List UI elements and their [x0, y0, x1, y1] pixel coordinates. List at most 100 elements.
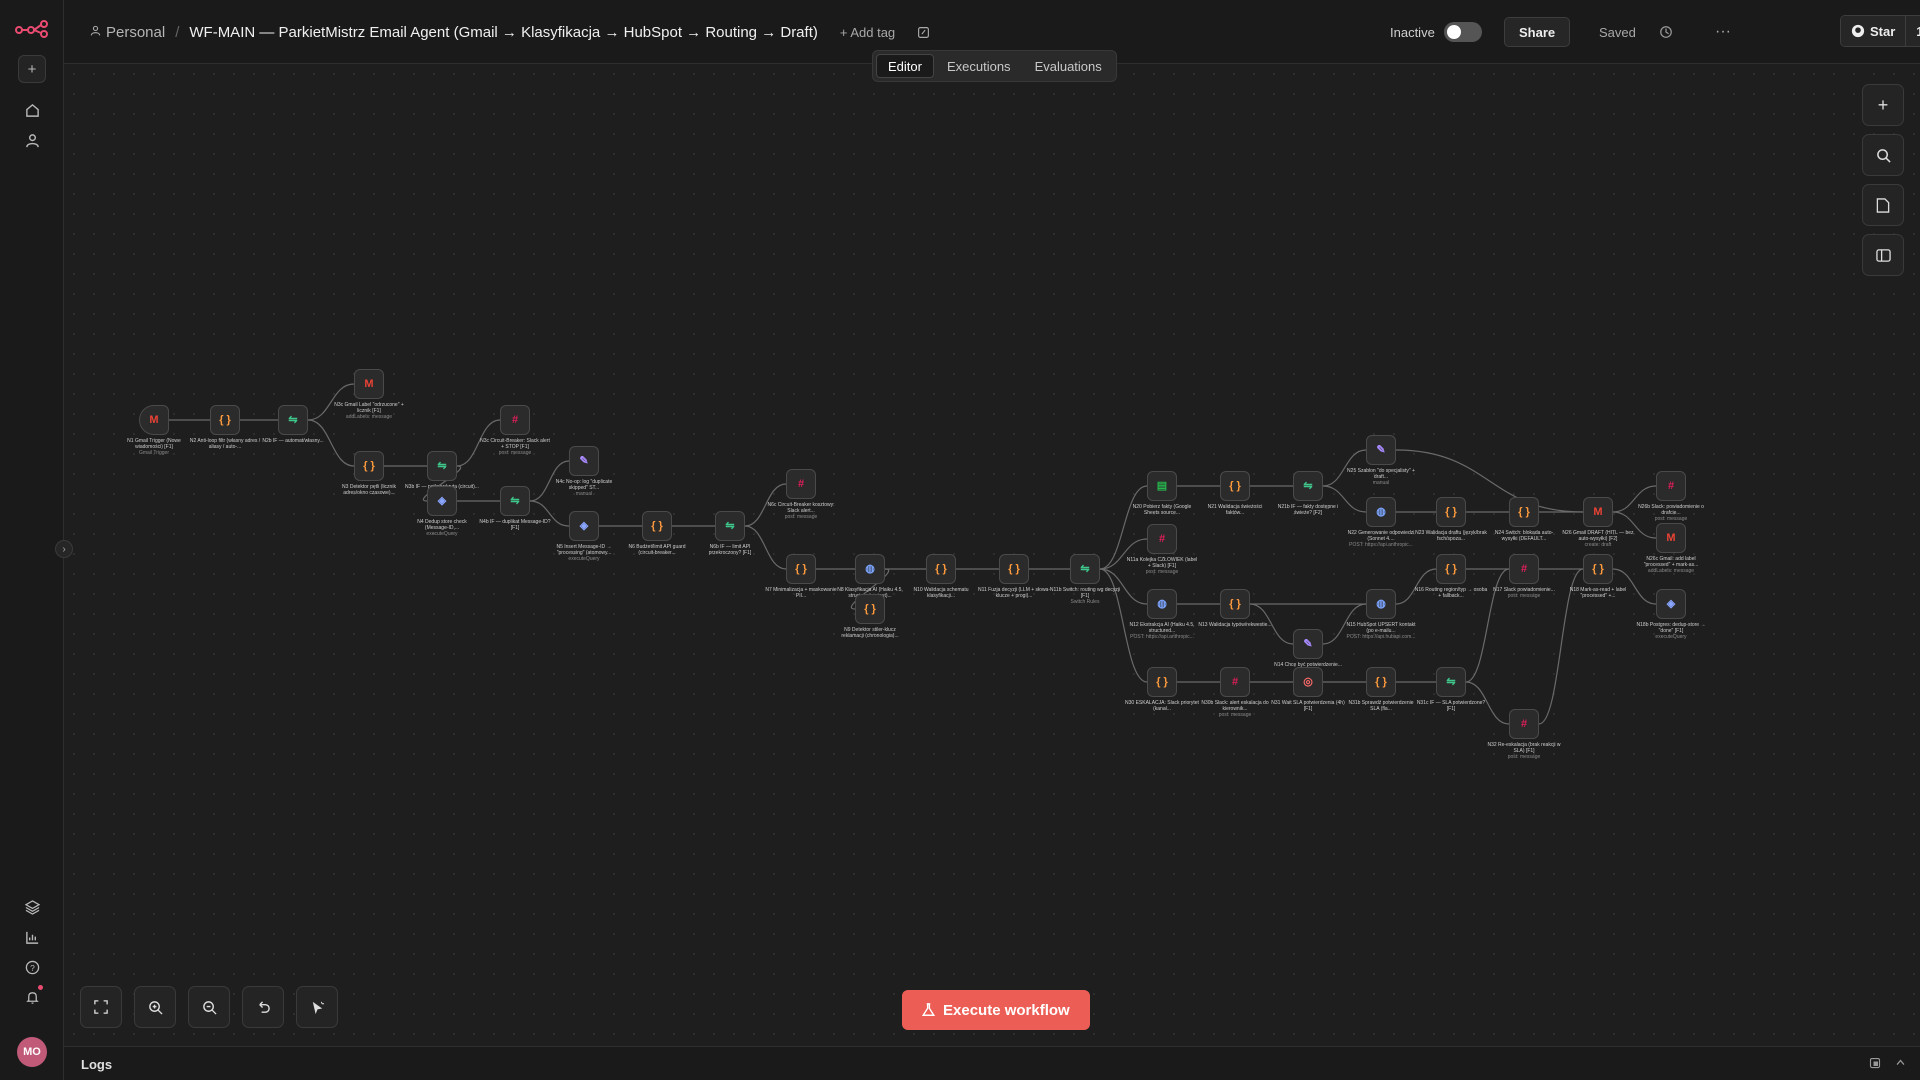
- tab-evaluations[interactable]: Evaluations: [1024, 54, 1113, 78]
- workflow-title[interactable]: WF-MAIN — ParkietMistrz Email Agent (Gma…: [189, 24, 817, 41]
- sidebar-expand-icon[interactable]: ›: [55, 540, 73, 558]
- share-button[interactable]: Share: [1504, 0, 1571, 64]
- workflow-node-n3d[interactable]: #: [500, 405, 530, 435]
- bell-icon[interactable]: [18, 983, 46, 1011]
- code-icon: { }: [1229, 597, 1241, 610]
- breadcrumb-separator: /: [175, 23, 180, 41]
- workflow-node-n1[interactable]: M: [139, 405, 169, 435]
- chevron-up-icon[interactable]: [1895, 1057, 1906, 1071]
- workflow-node-n18b[interactable]: ◈: [1656, 589, 1686, 619]
- workflow-node-n4[interactable]: ◈: [427, 486, 457, 516]
- workflow-node-n6c[interactable]: #: [786, 469, 816, 499]
- workflow-node-n6b[interactable]: ⇋: [715, 511, 745, 541]
- workflow-node-n31b[interactable]: { }: [1366, 667, 1396, 697]
- workflow-node-n22[interactable]: ◍: [1366, 497, 1396, 527]
- workflow-node-n21b[interactable]: ⇋: [1293, 471, 1323, 501]
- workflow-node-n4b[interactable]: ⇋: [500, 486, 530, 516]
- workflow-node-n24[interactable]: { }: [1509, 497, 1539, 527]
- workflow-node-n31c[interactable]: ⇋: [1436, 667, 1466, 697]
- workflow-node-n20[interactable]: ▤: [1147, 471, 1177, 501]
- tab-executions[interactable]: Executions: [936, 54, 1022, 78]
- node-title: N3 Detektor pętli (licznik adres/okno cz…: [342, 484, 396, 496]
- workflow-node-n26[interactable]: M: [1583, 497, 1613, 527]
- tab-editor[interactable]: Editor: [876, 54, 934, 78]
- workflow-node-n30[interactable]: { }: [1147, 667, 1177, 697]
- node-title: N6c Circuit-Breaker kosztowy: Slack aler…: [767, 502, 835, 514]
- workflow-node-n11a[interactable]: #: [1147, 524, 1177, 554]
- workflow-node-n16[interactable]: { }: [1436, 554, 1466, 584]
- home-icon[interactable]: [18, 96, 46, 124]
- workflow-node-n26c[interactable]: M: [1656, 523, 1686, 553]
- github-star-label: Star: [1870, 23, 1896, 39]
- logs-panel[interactable]: Logs: [64, 1046, 1920, 1080]
- workflow-node-n26b[interactable]: #: [1656, 471, 1686, 501]
- http-icon: ◍: [1157, 597, 1167, 610]
- workflow-node-n3[interactable]: { }: [354, 451, 384, 481]
- node-label: N12 Ekstrakcja AI (Haiku 4.5, structured…: [1125, 622, 1199, 640]
- workflow-node-n6[interactable]: { }: [642, 511, 672, 541]
- workflow-node-n32[interactable]: #: [1509, 709, 1539, 739]
- workflow-node-n10[interactable]: { }: [926, 554, 956, 584]
- workflow-node-n12[interactable]: ◍: [1147, 589, 1177, 619]
- share-button-label[interactable]: Share: [1504, 17, 1571, 47]
- workflow-node-n31[interactable]: ◎: [1293, 667, 1323, 697]
- github-star-widget[interactable]: Star 192,199: [1840, 15, 1920, 47]
- workflow-node-n2[interactable]: { }: [210, 405, 240, 435]
- workflow-node-n17[interactable]: #: [1509, 554, 1539, 584]
- connection-n31c-n17[interactable]: [1465, 568, 1510, 683]
- edit-description-icon[interactable]: [917, 26, 930, 39]
- active-toggle[interactable]: [1444, 0, 1482, 64]
- workflow-node-n8[interactable]: ◍: [855, 554, 885, 584]
- notification-dot: [38, 985, 43, 990]
- breadcrumb[interactable]: Personal / WF-MAIN — ParkietMistrz Email…: [90, 0, 930, 64]
- user-icon[interactable]: [18, 126, 46, 154]
- workflow-node-n23[interactable]: { }: [1436, 497, 1466, 527]
- add-icon[interactable]: +: [18, 55, 46, 83]
- workflow-node-n21[interactable]: { }: [1220, 471, 1250, 501]
- templates-icon[interactable]: [18, 893, 46, 921]
- workflow-node-n30b[interactable]: #: [1220, 667, 1250, 697]
- help-icon[interactable]: ?: [18, 953, 46, 981]
- workflow-node-n2b[interactable]: ⇋: [278, 405, 308, 435]
- workflow-node-n3b[interactable]: ⇋: [427, 451, 457, 481]
- workflow-node-n25[interactable]: ✎: [1366, 435, 1396, 465]
- node-title: N3c Gmail Label "odrzucone" + licznik [F…: [334, 402, 404, 414]
- slack-icon: #: [797, 477, 805, 490]
- node-label: N4 Dedup store check (Message-ID,... exec…: [405, 519, 479, 537]
- slack-icon: #: [1667, 479, 1675, 492]
- workflow-node-n14[interactable]: ✎: [1293, 629, 1323, 659]
- node-label: N21 Walidacja świeżości faktów...: [1198, 504, 1272, 516]
- github-star-button[interactable]: Star: [1841, 16, 1907, 46]
- workflow-node-n5[interactable]: ◈: [569, 511, 599, 541]
- github-star-count[interactable]: 192,199: [1906, 16, 1920, 46]
- popout-icon[interactable]: [1869, 1057, 1881, 1072]
- workflow-node-n3c[interactable]: M: [354, 369, 384, 399]
- workflow-node-n4c[interactable]: ✎: [569, 446, 599, 476]
- workflow-node-n11b[interactable]: ⇋: [1070, 554, 1100, 584]
- project-name[interactable]: Personal: [106, 24, 165, 41]
- history-icon[interactable]: [1659, 0, 1673, 64]
- node-subtitle: executeQuery: [426, 531, 458, 537]
- avatar[interactable]: MO: [17, 1037, 47, 1067]
- workflow-node-n18[interactable]: { }: [1583, 554, 1613, 584]
- workflow-node-n13[interactable]: { }: [1220, 589, 1250, 619]
- node-subtitle: post: message: [1507, 754, 1541, 760]
- n8n-app: + ? MO › Personal / WF-MAIN — ParkietMis…: [0, 0, 1920, 1080]
- node-title: N26b Slack: powiadomienie o drafcie...: [1638, 504, 1704, 516]
- add-tag-link[interactable]: + Add tag: [840, 25, 895, 40]
- workflow-node-n15[interactable]: ◍: [1366, 589, 1396, 619]
- slack-icon: #: [511, 413, 519, 426]
- active-status-label: Inactive: [1390, 24, 1435, 40]
- connection-n25-n26[interactable]: [1395, 449, 1584, 513]
- n8n-logo-icon[interactable]: [14, 18, 50, 38]
- workflow-node-n11[interactable]: { }: [999, 554, 1029, 584]
- node-label: N13 Walidacja typów/rekwestie...: [1198, 622, 1272, 628]
- node-title: N20 Pobierz fakty (Google Sheets source.…: [1132, 504, 1192, 516]
- workflow-canvas[interactable]: M N1 Gmail Trigger (Nowe wiadomości) [F1]…: [64, 64, 1920, 1046]
- workflow-node-n9[interactable]: { }: [855, 594, 885, 624]
- more-options-icon[interactable]: ···: [1715, 0, 1731, 64]
- workflow-node-n7[interactable]: { }: [786, 554, 816, 584]
- insights-icon[interactable]: [18, 923, 46, 951]
- node-label: N20 Pobierz fakty (Google Sheets source.…: [1125, 504, 1199, 516]
- gmail-icon: M: [364, 377, 374, 390]
